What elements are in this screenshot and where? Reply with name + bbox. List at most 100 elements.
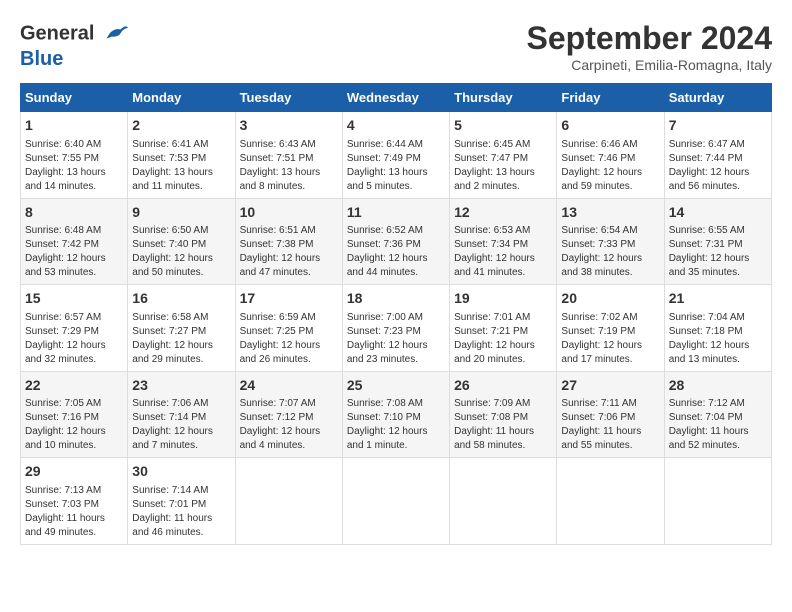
sunrise-text: Sunrise: 6:53 AM <box>454 224 552 238</box>
sunrise-text: Sunrise: 6:47 AM <box>669 138 767 152</box>
daylight-text: Daylight: 13 hours and 8 minutes. <box>240 166 338 194</box>
day-number: 14 <box>669 203 767 223</box>
calendar-week-row: 1 Sunrise: 6:40 AM Sunset: 7:55 PM Dayli… <box>21 112 772 199</box>
daylight-text: Daylight: 12 hours and 29 minutes. <box>132 339 230 367</box>
sunset-text: Sunset: 7:04 PM <box>669 411 767 425</box>
day-number: 25 <box>347 376 445 396</box>
daylight-text: Daylight: 13 hours and 14 minutes. <box>25 166 123 194</box>
sunrise-text: Sunrise: 6:44 AM <box>347 138 445 152</box>
sunrise-text: Sunrise: 6:57 AM <box>25 311 123 325</box>
col-monday: Monday <box>128 84 235 112</box>
daylight-text: Daylight: 12 hours and 53 minutes. <box>25 252 123 280</box>
table-row: 1 Sunrise: 6:40 AM Sunset: 7:55 PM Dayli… <box>21 112 128 199</box>
daylight-text: Daylight: 12 hours and 10 minutes. <box>25 425 123 453</box>
day-number: 20 <box>561 289 659 309</box>
sunset-text: Sunset: 7:21 PM <box>454 325 552 339</box>
sunset-text: Sunset: 7:25 PM <box>240 325 338 339</box>
calendar-week-row: 15 Sunrise: 6:57 AM Sunset: 7:29 PM Dayl… <box>21 285 772 372</box>
day-number: 3 <box>240 116 338 136</box>
table-row: 2 Sunrise: 6:41 AM Sunset: 7:53 PM Dayli… <box>128 112 235 199</box>
table-row: 16 Sunrise: 6:58 AM Sunset: 7:27 PM Dayl… <box>128 285 235 372</box>
table-row <box>557 458 664 545</box>
sunset-text: Sunset: 7:55 PM <box>25 152 123 166</box>
sunset-text: Sunset: 7:12 PM <box>240 411 338 425</box>
calendar-week-row: 29 Sunrise: 7:13 AM Sunset: 7:03 PM Dayl… <box>21 458 772 545</box>
table-row: 24 Sunrise: 7:07 AM Sunset: 7:12 PM Dayl… <box>235 371 342 458</box>
sunset-text: Sunset: 7:27 PM <box>132 325 230 339</box>
sunrise-text: Sunrise: 7:06 AM <box>132 397 230 411</box>
calendar-table: Sunday Monday Tuesday Wednesday Thursday… <box>20 83 772 545</box>
table-row: 21 Sunrise: 7:04 AM Sunset: 7:18 PM Dayl… <box>664 285 771 372</box>
sunset-text: Sunset: 7:40 PM <box>132 238 230 252</box>
table-row: 26 Sunrise: 7:09 AM Sunset: 7:08 PM Dayl… <box>450 371 557 458</box>
day-number: 7 <box>669 116 767 136</box>
daylight-text: Daylight: 12 hours and 50 minutes. <box>132 252 230 280</box>
day-number: 15 <box>25 289 123 309</box>
sunrise-text: Sunrise: 6:55 AM <box>669 224 767 238</box>
sunrise-text: Sunrise: 7:05 AM <box>25 397 123 411</box>
daylight-text: Daylight: 12 hours and 38 minutes. <box>561 252 659 280</box>
daylight-text: Daylight: 11 hours and 46 minutes. <box>132 512 230 540</box>
day-number: 26 <box>454 376 552 396</box>
table-row: 28 Sunrise: 7:12 AM Sunset: 7:04 PM Dayl… <box>664 371 771 458</box>
table-row: 11 Sunrise: 6:52 AM Sunset: 7:36 PM Dayl… <box>342 198 449 285</box>
col-wednesday: Wednesday <box>342 84 449 112</box>
sunrise-text: Sunrise: 7:07 AM <box>240 397 338 411</box>
table-row: 20 Sunrise: 7:02 AM Sunset: 7:19 PM Dayl… <box>557 285 664 372</box>
day-number: 18 <box>347 289 445 309</box>
sunrise-text: Sunrise: 6:45 AM <box>454 138 552 152</box>
sunrise-text: Sunrise: 6:51 AM <box>240 224 338 238</box>
daylight-text: Daylight: 11 hours and 55 minutes. <box>561 425 659 453</box>
daylight-text: Daylight: 12 hours and 4 minutes. <box>240 425 338 453</box>
col-tuesday: Tuesday <box>235 84 342 112</box>
sunset-text: Sunset: 7:44 PM <box>669 152 767 166</box>
sunset-text: Sunset: 7:36 PM <box>347 238 445 252</box>
sunset-text: Sunset: 7:34 PM <box>454 238 552 252</box>
page-header: General Blue September 2024 Carpineti, E… <box>20 20 772 73</box>
daylight-text: Daylight: 12 hours and 1 minute. <box>347 425 445 453</box>
table-row <box>235 458 342 545</box>
day-number: 12 <box>454 203 552 223</box>
daylight-text: Daylight: 12 hours and 23 minutes. <box>347 339 445 367</box>
calendar-header-row: Sunday Monday Tuesday Wednesday Thursday… <box>21 84 772 112</box>
sunset-text: Sunset: 7:51 PM <box>240 152 338 166</box>
logo-blue: Blue <box>20 48 130 71</box>
table-row: 3 Sunrise: 6:43 AM Sunset: 7:51 PM Dayli… <box>235 112 342 199</box>
day-number: 8 <box>25 203 123 223</box>
sunset-text: Sunset: 7:46 PM <box>561 152 659 166</box>
month-year-title: September 2024 <box>527 20 772 57</box>
sunset-text: Sunset: 7:42 PM <box>25 238 123 252</box>
calendar-week-row: 22 Sunrise: 7:05 AM Sunset: 7:16 PM Dayl… <box>21 371 772 458</box>
day-number: 5 <box>454 116 552 136</box>
daylight-text: Daylight: 12 hours and 32 minutes. <box>25 339 123 367</box>
sunset-text: Sunset: 7:29 PM <box>25 325 123 339</box>
daylight-text: Daylight: 12 hours and 26 minutes. <box>240 339 338 367</box>
table-row: 19 Sunrise: 7:01 AM Sunset: 7:21 PM Dayl… <box>450 285 557 372</box>
daylight-text: Daylight: 12 hours and 41 minutes. <box>454 252 552 280</box>
sunset-text: Sunset: 7:14 PM <box>132 411 230 425</box>
sunrise-text: Sunrise: 6:48 AM <box>25 224 123 238</box>
table-row <box>664 458 771 545</box>
sunset-text: Sunset: 7:08 PM <box>454 411 552 425</box>
sunrise-text: Sunrise: 6:46 AM <box>561 138 659 152</box>
table-row: 23 Sunrise: 7:06 AM Sunset: 7:14 PM Dayl… <box>128 371 235 458</box>
table-row: 6 Sunrise: 6:46 AM Sunset: 7:46 PM Dayli… <box>557 112 664 199</box>
sunrise-text: Sunrise: 7:04 AM <box>669 311 767 325</box>
col-friday: Friday <box>557 84 664 112</box>
sunset-text: Sunset: 7:19 PM <box>561 325 659 339</box>
table-row: 14 Sunrise: 6:55 AM Sunset: 7:31 PM Dayl… <box>664 198 771 285</box>
col-saturday: Saturday <box>664 84 771 112</box>
daylight-text: Daylight: 12 hours and 59 minutes. <box>561 166 659 194</box>
sunset-text: Sunset: 7:18 PM <box>669 325 767 339</box>
sunrise-text: Sunrise: 6:54 AM <box>561 224 659 238</box>
table-row <box>342 458 449 545</box>
sunset-text: Sunset: 7:06 PM <box>561 411 659 425</box>
day-number: 23 <box>132 376 230 396</box>
daylight-text: Daylight: 12 hours and 20 minutes. <box>454 339 552 367</box>
daylight-text: Daylight: 11 hours and 58 minutes. <box>454 425 552 453</box>
sunset-text: Sunset: 7:01 PM <box>132 498 230 512</box>
logo-bird-icon <box>102 20 130 48</box>
sunrise-text: Sunrise: 7:11 AM <box>561 397 659 411</box>
table-row: 22 Sunrise: 7:05 AM Sunset: 7:16 PM Dayl… <box>21 371 128 458</box>
day-number: 2 <box>132 116 230 136</box>
